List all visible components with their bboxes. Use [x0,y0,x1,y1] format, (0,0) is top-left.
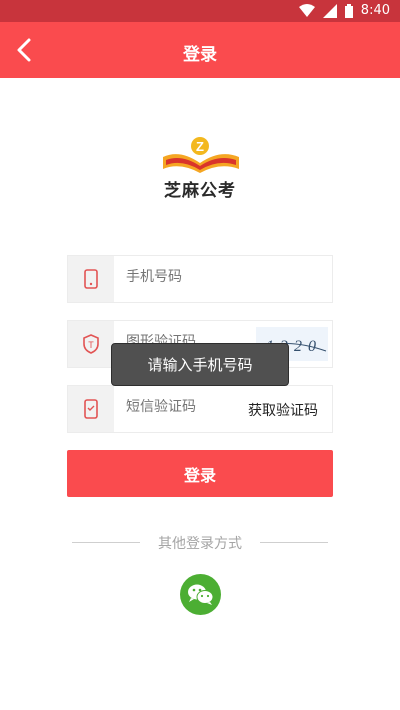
divider-right [260,542,328,543]
login-button[interactable]: 登录 [67,450,333,497]
status-bar: 8:40 [0,0,400,22]
wifi-icon [298,3,315,17]
svg-text:Z: Z [196,139,204,154]
get-code-button[interactable]: 获取验证码 [248,400,318,420]
wechat-icon [188,584,214,605]
page-title: 登录 [183,45,217,65]
phone-input[interactable] [126,269,246,285]
captcha-icon-box: T [68,321,114,367]
logo-text: 芝麻公考 [164,181,236,201]
signal-icon [322,3,337,18]
sms-icon-box [68,386,114,432]
other-login-label: 其他登录方式 [158,536,242,552]
phone-icon [84,269,98,289]
book-icon: Z [163,137,239,173]
status-time: 8:40 [360,3,390,18]
sms-field[interactable]: 获取验证码 [67,385,333,433]
sms-code-input[interactable] [126,399,246,415]
shield-icon: T [83,334,99,354]
toast-message: 请输入手机号码 [111,343,289,386]
divider-left [72,542,140,543]
svg-text:T: T [88,340,94,350]
phone-icon-box [68,256,114,302]
battery-icon [344,3,353,18]
app-header: 登录 [0,22,400,78]
phone-field[interactable] [67,255,333,303]
wechat-login-button[interactable] [180,574,221,615]
message-icon [84,399,98,419]
